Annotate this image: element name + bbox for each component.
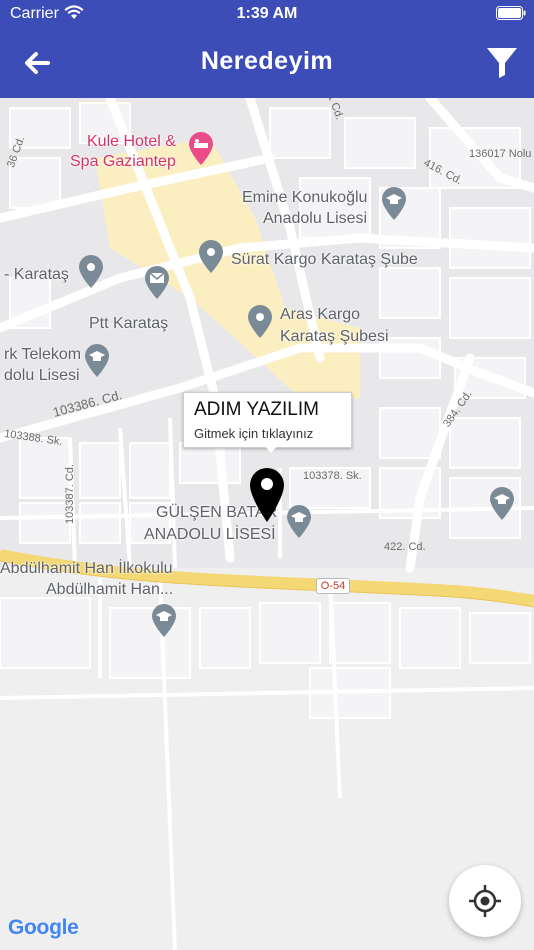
school-icon[interactable]: [489, 487, 515, 521]
google-attribution: Google: [8, 916, 79, 939]
road-label: 103387. Cd.: [63, 464, 76, 524]
page-title: Neredeyim: [200, 47, 334, 75]
my-location-button[interactable]: [449, 865, 521, 937]
poi-label: - Karataş: [4, 266, 69, 283]
status-time: 1:39 AM: [236, 5, 298, 22]
map-pin-icon[interactable]: [78, 255, 104, 289]
filter-button[interactable]: [484, 42, 520, 82]
school-icon[interactable]: [151, 604, 177, 638]
poi-label: Abdülhamit Han İlkokulu: [0, 560, 173, 577]
status-bar: Carrier 1:39 AM: [0, 0, 534, 28]
map-pin-icon[interactable]: [247, 305, 273, 339]
poi-label: Emine Konukoğlu: [242, 189, 368, 206]
battery-icon: [496, 6, 526, 20]
road-label: 136017 Nolu S: [469, 148, 534, 160]
poi-label: Karataş Şubesi: [280, 328, 389, 345]
poi-label: Kule Hotel &: [87, 133, 176, 150]
marker-callout[interactable]: ADIM YAZILIM Gitmek için tıklayınız: [183, 392, 352, 448]
callout-subtitle: Gitmek için tıklayınız: [194, 426, 314, 441]
filter-icon: [487, 48, 517, 78]
navigation-bar: Neredeyim: [0, 28, 534, 98]
poi-label: Aras Kargo: [280, 306, 361, 323]
school-icon[interactable]: [381, 187, 407, 221]
school-icon[interactable]: [286, 505, 312, 539]
mail-icon[interactable]: [144, 266, 170, 300]
poi-label: Ptt Karataş: [89, 315, 169, 332]
poi-label: ANADOLU LİSESİ: [144, 526, 276, 543]
google-logo: Google: [8, 916, 79, 940]
crosshair-icon: [469, 885, 501, 917]
hotel-icon[interactable]: [188, 132, 214, 166]
school-icon[interactable]: [84, 344, 110, 378]
highway-shield: O-54: [316, 578, 350, 594]
road-label: 422. Cd.: [384, 541, 426, 553]
map-view[interactable]: Kule Hotel & Spa Gaziantep Emine Konukoğ…: [0, 98, 534, 950]
poi-label: Sürat Kargo Karataş Şube: [231, 251, 418, 268]
poi-label: rk Telekom: [4, 346, 82, 363]
poi-label: Abdülhamit Han...: [46, 581, 174, 598]
poi-label: dolu Lisesi: [4, 367, 80, 384]
location-marker-icon[interactable]: [248, 466, 286, 524]
map-pin-icon[interactable]: [198, 240, 224, 274]
poi-label: Anadolu Lisesi: [263, 210, 368, 227]
poi-label: Spa Gaziantep: [70, 153, 176, 170]
callout-arrow: [264, 445, 278, 453]
road-label: 103378. Sk.: [303, 470, 362, 482]
callout-title: ADIM YAZILIM: [194, 399, 319, 420]
